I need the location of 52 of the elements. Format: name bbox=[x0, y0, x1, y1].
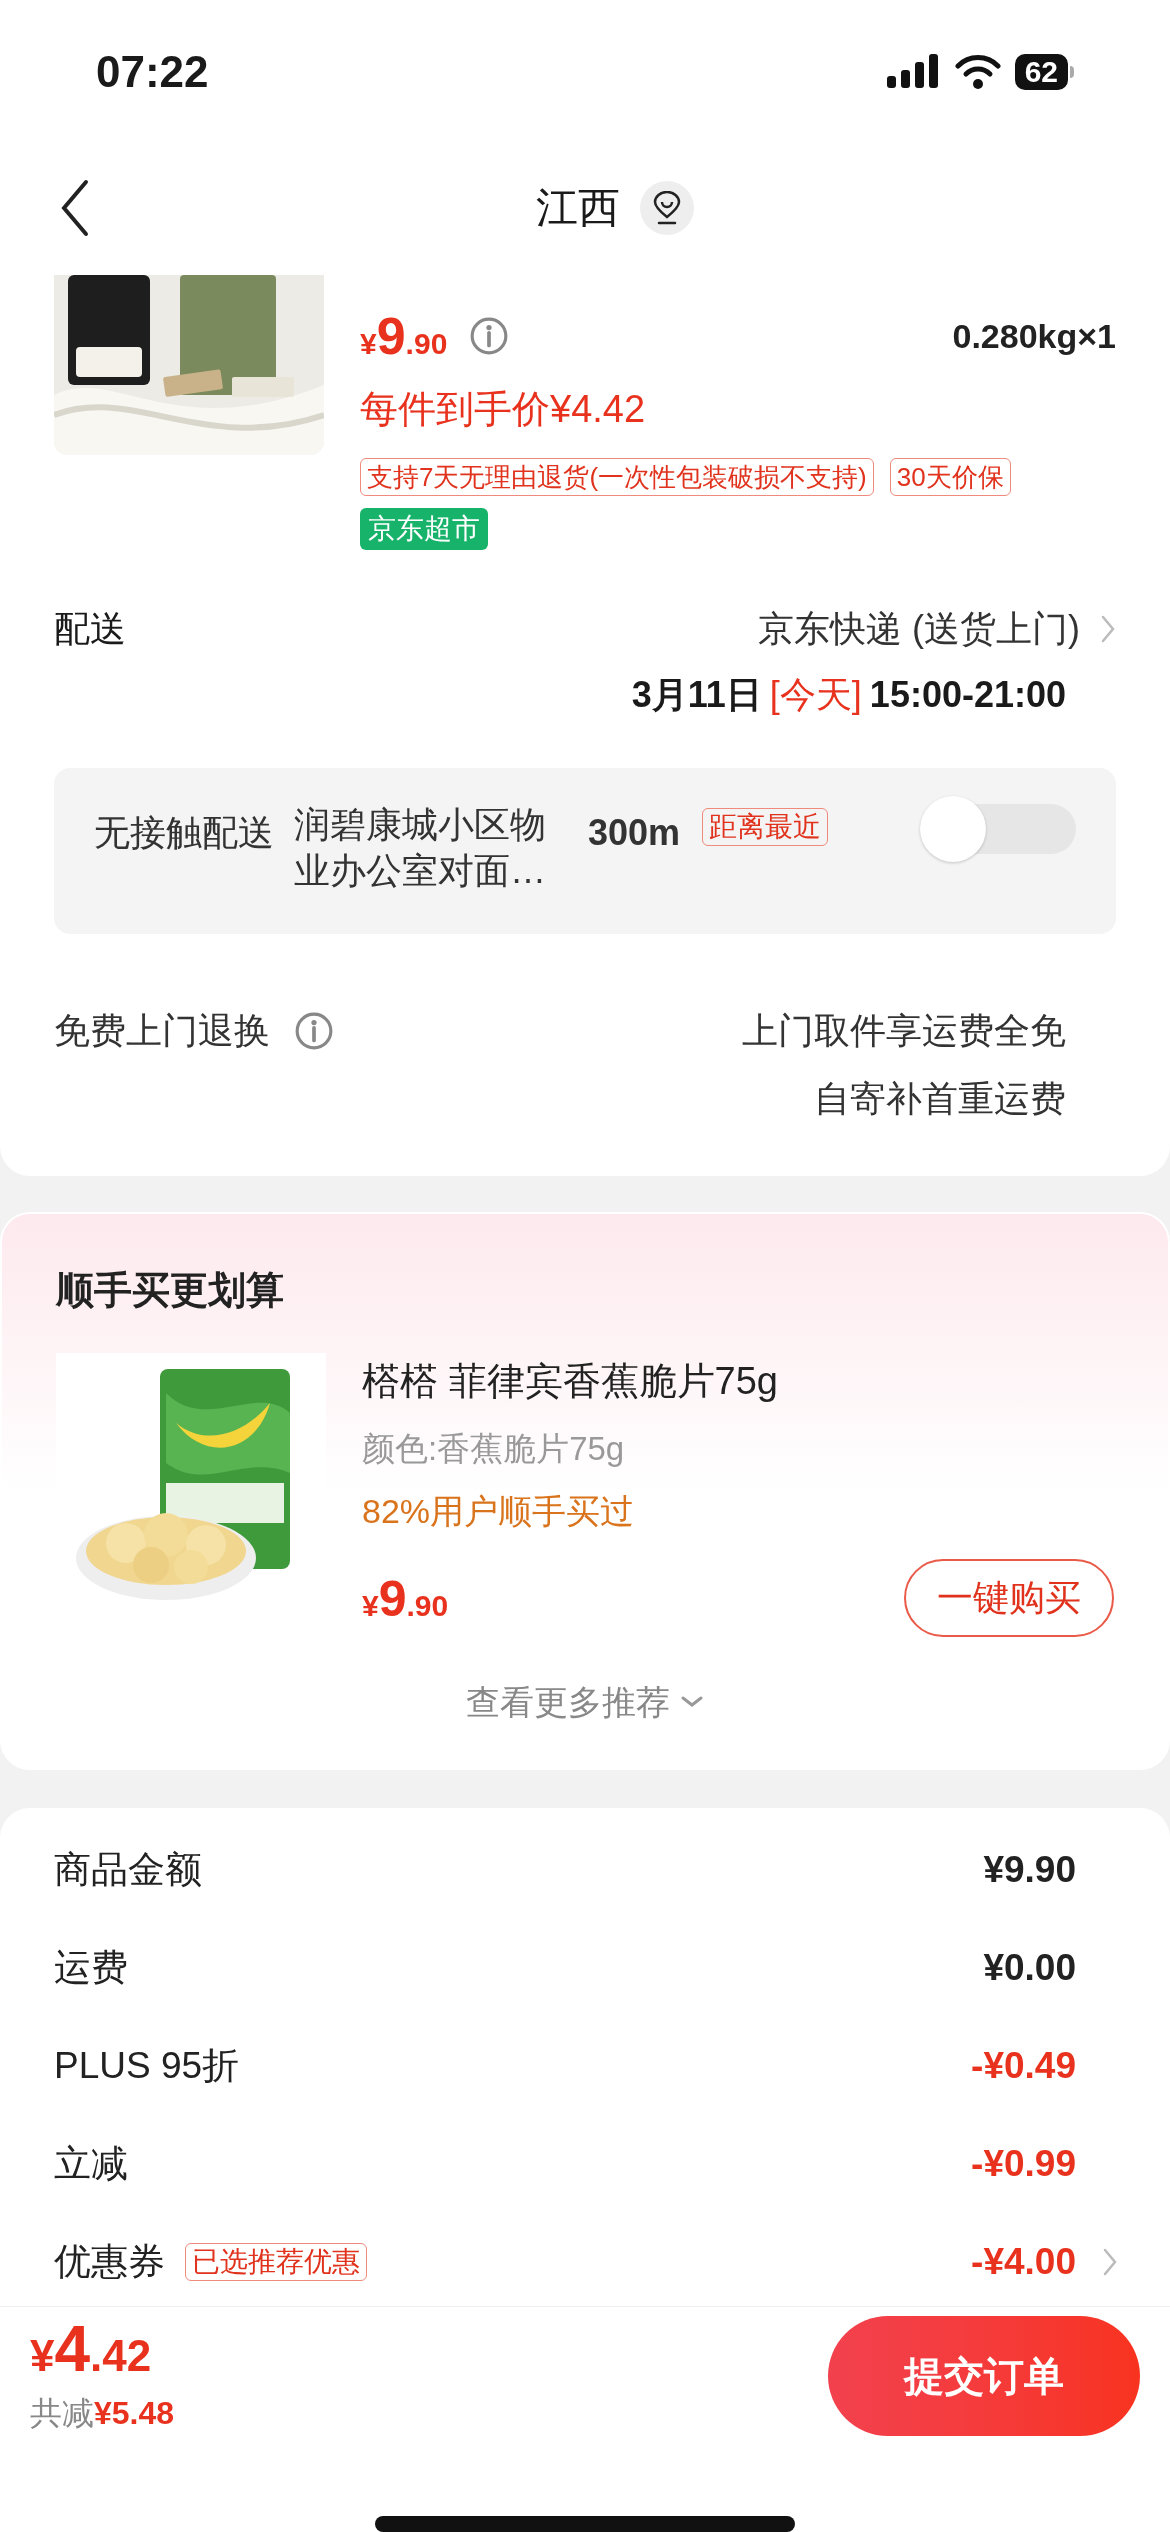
submit-order-button[interactable]: 提交订单 bbox=[828, 2316, 1140, 2437]
store-badge: 京东超市 bbox=[360, 508, 488, 550]
summary-label: 运费 bbox=[54, 1945, 128, 1990]
return-policy-text: 自寄补首重运费 bbox=[814, 1077, 1066, 1121]
delivery-time: 15:00-21:00 bbox=[869, 673, 1066, 717]
summary-label: 商品金额 bbox=[54, 1847, 202, 1892]
chevron-down-icon bbox=[680, 1695, 704, 1709]
recommend-price: ¥9.90 bbox=[362, 1569, 449, 1629]
distance-text: 300m bbox=[588, 811, 681, 855]
nearest-badge: 距离最近 bbox=[702, 808, 829, 846]
recommend-product-name: 榙榙 菲律宾香蕉脆片75g bbox=[362, 1359, 779, 1404]
summary-value: ¥0.00 bbox=[983, 1945, 1076, 1990]
contactless-toggle[interactable] bbox=[920, 796, 1076, 862]
quantity-text: 0.280kg×1 bbox=[952, 315, 1116, 357]
more-recommendations-link[interactable]: 查看更多推荐 bbox=[466, 1676, 704, 1728]
delivery-label: 配送 bbox=[54, 607, 126, 651]
net-price: 每件到手价¥4.42 bbox=[360, 387, 647, 432]
saved-amount: ¥5.48 bbox=[94, 2393, 175, 2433]
delivery-date: 3月11日 bbox=[631, 673, 762, 717]
summary-label: 优惠券 bbox=[54, 2239, 165, 2284]
header-title: 江西 bbox=[536, 183, 620, 233]
chevron-right-icon bbox=[1100, 614, 1116, 644]
chevron-right-icon bbox=[1102, 2246, 1118, 2277]
today-label: [今天] bbox=[769, 673, 862, 717]
summary-label: PLUS 95折 bbox=[54, 2043, 240, 2088]
contactless-label: 无接触配送 bbox=[94, 811, 274, 855]
wifi-icon bbox=[954, 54, 1001, 90]
delivery-method[interactable]: 京东快递 (送货上门) bbox=[758, 602, 1080, 656]
summary-label: 立减 bbox=[54, 2141, 128, 2186]
summary-value: -¥4.00 bbox=[971, 2239, 1076, 2284]
back-icon[interactable] bbox=[60, 177, 90, 238]
total-price: ¥4.42 bbox=[30, 2315, 153, 2387]
purchase-rate-text: 82%用户顺手买过 bbox=[362, 1490, 636, 1532]
battery-indicator: 62 bbox=[1014, 54, 1074, 90]
address-text: 润碧康城小区物业办公室对面… bbox=[294, 803, 547, 893]
signal-icon bbox=[886, 54, 941, 90]
service-tag: 支持7天无理由退货(一次性包装破损不支持) bbox=[360, 458, 874, 496]
saved-label: 共减 bbox=[30, 2393, 94, 2433]
product-price: ¥9.90 bbox=[360, 306, 448, 367]
summary-value: -¥0.49 bbox=[971, 2043, 1076, 2088]
summary-value: ¥9.90 bbox=[983, 1847, 1076, 1892]
info-icon[interactable] bbox=[294, 1011, 334, 1051]
summary-value: -¥0.99 bbox=[971, 2141, 1076, 2186]
buy-now-button[interactable]: 一键购买 bbox=[904, 1558, 1114, 1637]
return-label: 免费上门退换 bbox=[54, 1009, 270, 1053]
service-tag: 30天价保 bbox=[889, 458, 1011, 496]
return-policy-text: 上门取件享运费全免 bbox=[742, 1009, 1066, 1053]
status-time: 07:22 bbox=[96, 46, 209, 98]
recommend-product-spec: 颜色:香蕉脆片75g bbox=[362, 1429, 626, 1469]
recommend-title: 顺手买更划算 bbox=[56, 1269, 284, 1311]
coupon-tag: 已选推荐优惠 bbox=[185, 2242, 367, 2281]
info-icon[interactable] bbox=[469, 316, 510, 356]
